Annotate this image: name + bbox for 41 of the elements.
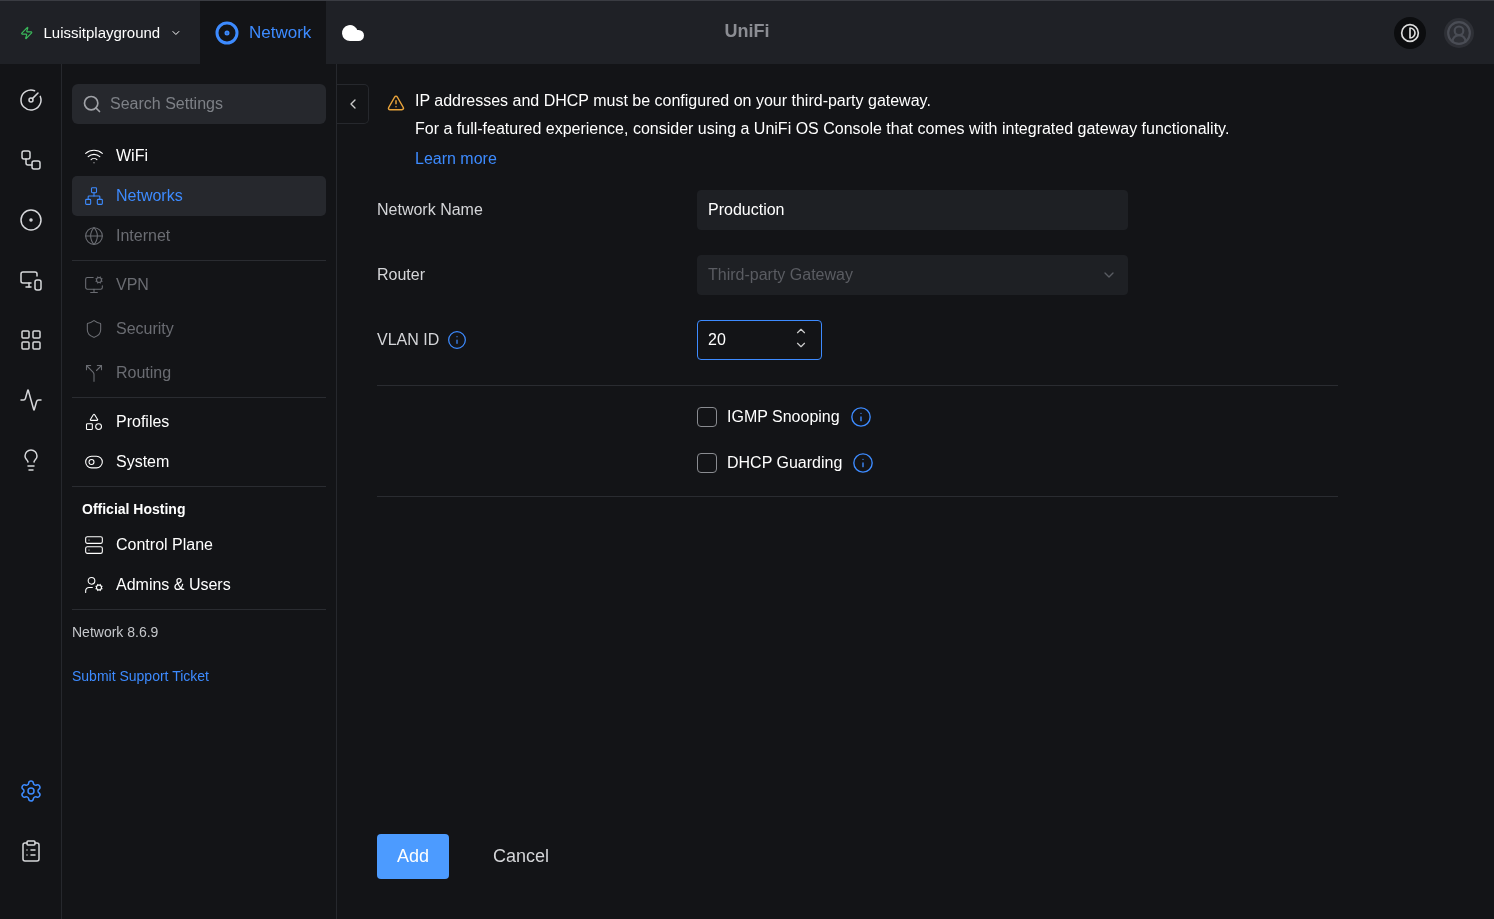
- learn-more-link[interactable]: Learn more: [415, 150, 497, 168]
- checkbox[interactable]: [697, 453, 717, 473]
- shield-icon: [84, 319, 104, 339]
- checkbox-label: DHCP Guarding: [727, 454, 843, 472]
- split-arrows-icon: [84, 363, 104, 383]
- checkbox[interactable]: [697, 407, 717, 427]
- sidebar-item[interactable]: WiFi: [72, 136, 326, 176]
- shapes-icon: [84, 412, 104, 432]
- checkbox-label: IGMP Snooping: [727, 408, 840, 426]
- site-selector[interactable]: Luissitplayground: [0, 1, 200, 64]
- theme-toggle[interactable]: [1394, 16, 1426, 49]
- user-gear-icon: [84, 575, 104, 595]
- network-icon: [84, 186, 104, 206]
- search-field[interactable]: Search Settings: [72, 84, 326, 124]
- logo: UniFi: [724, 21, 770, 42]
- search-icon: [82, 94, 102, 114]
- sidebar-item[interactable]: Profiles: [72, 402, 326, 442]
- sidebar-item[interactable]: System: [72, 442, 326, 482]
- warning-text: For a full-featured experience, consider using a UniFi OS Console that comes with integrated gateway functionality.: [415, 120, 1230, 138]
- bolt-icon: [20, 24, 34, 41]
- info-icon[interactable]: [849, 406, 872, 428]
- support-link[interactable]: Submit Support Ticket: [72, 668, 209, 684]
- field-label: Network Name: [377, 201, 483, 219]
- warning-text: IP addresses and DHCP must be configured on your third-party gateway.: [415, 92, 932, 110]
- cancel-button[interactable]: Cancel: [473, 834, 570, 879]
- field-label: Router: [377, 266, 426, 284]
- app-icon: [215, 20, 239, 45]
- warning-icon: [387, 94, 405, 112]
- field-label: VLAN ID: [377, 331, 440, 349]
- sidebar-item[interactable]: Control Plane: [72, 525, 326, 565]
- sidebar-item[interactable]: Admins & Users: [72, 565, 326, 605]
- sidebar-item[interactable]: Networks: [72, 176, 326, 216]
- section-heading: Official Hosting: [81, 500, 187, 519]
- globe-icon: [84, 226, 104, 246]
- number-field[interactable]: 20: [697, 320, 822, 360]
- app-tab[interactable]: Network: [200, 1, 327, 64]
- info-icon[interactable]: [447, 330, 468, 350]
- info-icon[interactable]: [852, 452, 875, 474]
- text-field[interactable]: Production: [697, 190, 1128, 230]
- version-label: Network 8.6.9: [72, 623, 160, 640]
- collapse-button[interactable]: [337, 84, 369, 124]
